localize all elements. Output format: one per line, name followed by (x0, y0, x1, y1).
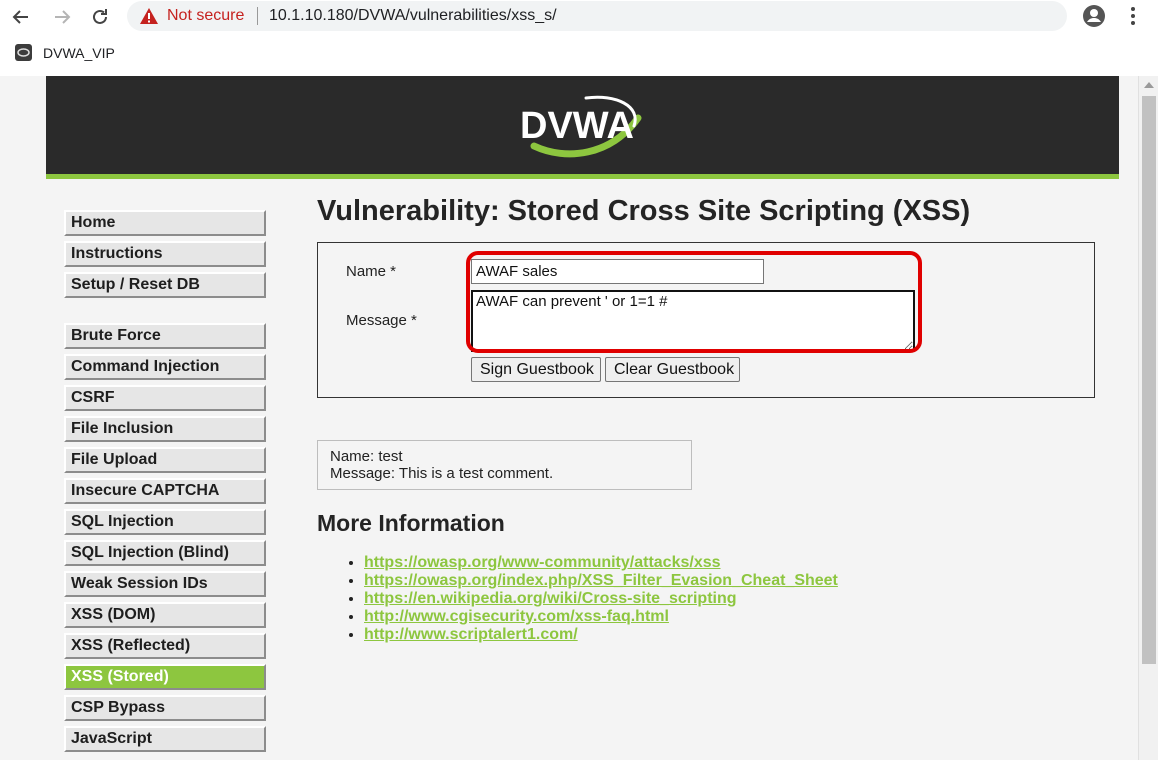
menu-item-xss-stored[interactable]: XSS (Stored) (64, 664, 266, 690)
message-label: Message * (346, 312, 417, 329)
list-item: https://en.wikipedia.org/wiki/Cross-site… (364, 590, 838, 608)
list-item: http://www.scriptalert1.com/ (364, 626, 838, 644)
menu-item-sql-injection[interactable]: SQL Injection (64, 509, 266, 535)
entry-name: Name: test (330, 448, 403, 465)
menu-item-javascript[interactable]: JavaScript (64, 726, 266, 752)
dvwa-header: DVWA (46, 76, 1119, 174)
menu-item-file-upload[interactable]: File Upload (64, 447, 266, 473)
guestbook-form: Name * Message * AWAF can prevent ' or 1… (317, 242, 1095, 398)
address-bar[interactable]: Not secure 10.1.10.180/DVWA/vulnerabilit… (127, 1, 1067, 31)
list-item: https://owasp.org/index.php/XSS_Filter_E… (364, 572, 838, 590)
scroll-up-arrow-icon[interactable] (1144, 82, 1154, 88)
page-title: Vulnerability: Stored Cross Site Scripti… (317, 195, 971, 227)
more-information-heading: More Information (317, 510, 505, 536)
menu-item-file-inclusion[interactable]: File Inclusion (64, 416, 266, 442)
warning-icon (140, 8, 158, 24)
browser-toolbar: Not secure 10.1.10.180/DVWA/vulnerabilit… (0, 0, 1158, 34)
security-status[interactable]: Not secure (167, 6, 244, 26)
back-arrow-icon[interactable] (8, 4, 34, 30)
menu-item-weak-session-ids[interactable]: Weak Session IDs (64, 571, 266, 597)
bookmark-favicon-icon (15, 44, 32, 61)
menu-item-insecure-captcha[interactable]: Insecure CAPTCHA (64, 478, 266, 504)
message-textarea[interactable]: AWAF can prevent ' or 1=1 # (471, 290, 915, 352)
bookmarks-bar: DVWA_VIP (0, 34, 1158, 72)
menu-item-csrf[interactable]: CSRF (64, 385, 266, 411)
menu-item-brute-force[interactable]: Brute Force (64, 323, 266, 349)
forward-arrow-icon[interactable] (49, 4, 75, 30)
menu-item-xss-reflected[interactable]: XSS (Reflected) (64, 633, 266, 659)
page-viewport: DVWA Home Instructions Setup / Reset DB … (0, 76, 1158, 760)
guestbook-entry: Name: test Message: This is a test comme… (317, 440, 692, 490)
dvwa-container: DVWA Home Instructions Setup / Reset DB … (46, 76, 1119, 760)
address-separator (257, 7, 258, 25)
menu-item-csp-bypass[interactable]: CSP Bypass (64, 695, 266, 721)
link-scriptalert1[interactable]: http://www.scriptalert1.com/ (364, 626, 578, 643)
link-owasp-xss[interactable]: https://owasp.org/www-community/attacks/… (364, 554, 721, 571)
menu-item-setup-reset-db[interactable]: Setup / Reset DB (64, 272, 266, 298)
scrollbar-thumb[interactable] (1142, 96, 1156, 664)
dvwa-logo: DVWA (520, 95, 642, 158)
svg-text:DVWA: DVWA (520, 105, 634, 147)
menu-item-instructions[interactable]: Instructions (64, 241, 266, 267)
reload-icon[interactable] (87, 4, 113, 30)
link-wikipedia-xss[interactable]: https://en.wikipedia.org/wiki/Cross-site… (364, 590, 737, 607)
list-item: http://www.cgisecurity.com/xss-faq.html (364, 608, 838, 626)
name-input[interactable] (471, 259, 764, 284)
list-item: https://owasp.org/www-community/attacks/… (364, 554, 838, 572)
more-information-links: https://owasp.org/www-community/attacks/… (342, 554, 838, 644)
link-owasp-filter-evasion[interactable]: https://owasp.org/index.php/XSS_Filter_E… (364, 572, 838, 589)
entry-message: Message: This is a test comment. (330, 465, 554, 482)
link-cgisecurity-faq[interactable]: http://www.cgisecurity.com/xss-faq.html (364, 608, 669, 625)
menu-kebab-icon[interactable] (1125, 5, 1141, 27)
clear-guestbook-button[interactable]: Clear Guestbook (605, 357, 740, 382)
bookmark-dvwa-vip[interactable]: DVWA_VIP (43, 45, 115, 61)
menu-item-xss-dom[interactable]: XSS (DOM) (64, 602, 266, 628)
menu-item-command-injection[interactable]: Command Injection (64, 354, 266, 380)
url-text[interactable]: 10.1.10.180/DVWA/vulnerabilities/xss_s/ (269, 6, 557, 26)
account-icon[interactable] (1082, 4, 1106, 28)
vertical-scrollbar[interactable] (1138, 76, 1158, 760)
sign-guestbook-button[interactable]: Sign Guestbook (471, 357, 601, 382)
menu-item-home[interactable]: Home (64, 210, 266, 236)
menu-item-sql-injection-blind[interactable]: SQL Injection (Blind) (64, 540, 266, 566)
name-label: Name * (346, 263, 397, 280)
header-accent-line (46, 174, 1119, 179)
